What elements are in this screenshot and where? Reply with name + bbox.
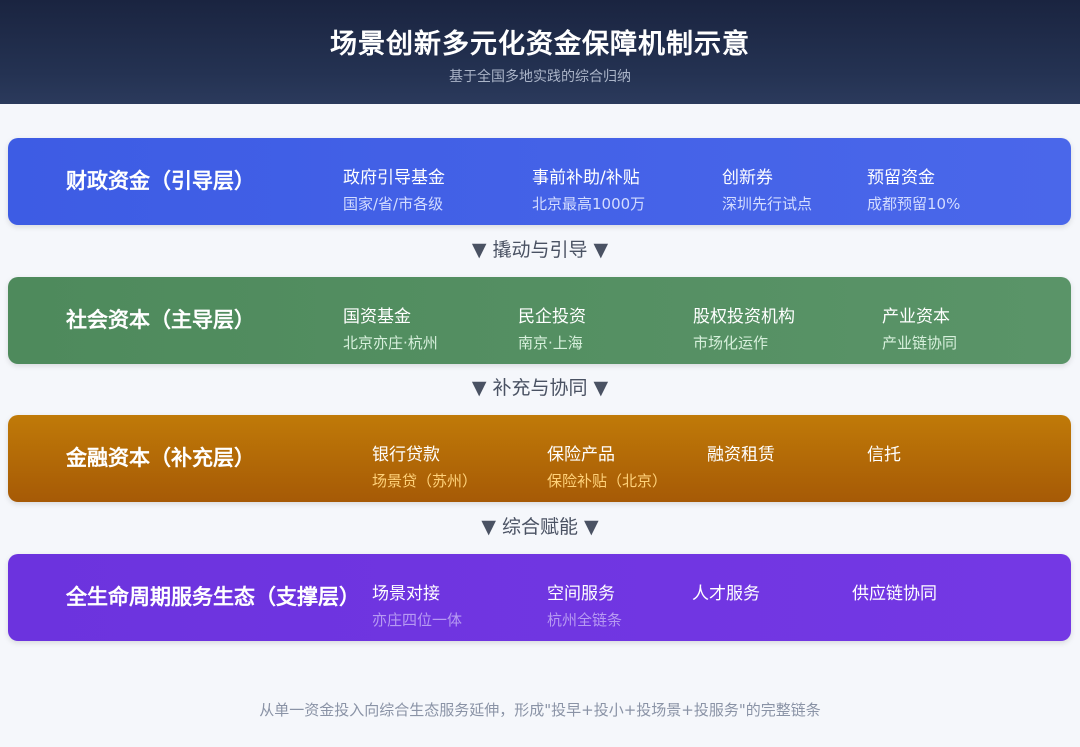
layer-item: 创新券 深圳先行试点 [722,167,812,214]
item-name: 股权投资机构 [693,307,795,327]
item-name: 国资基金 [343,307,411,327]
page-title: 场景创新多元化资金保障机制示意 [330,29,750,60]
item-name: 事前补助/补贴 [532,168,640,188]
item-name: 保险产品 [547,445,615,465]
item-detail: 亦庄四位一体 [372,611,463,629]
footer-note: 从单一资金投入向综合生态服务延伸，形成"投早+投小+投场景+投服务"的完整链条 [259,701,821,719]
item-detail: 成都预留10% [867,195,961,213]
layer-item: 融资租赁 [707,444,775,466]
layer-item: 保险产品 保险补贴（北京） [547,444,667,491]
item-name: 预留资金 [867,168,935,188]
item-detail: 场景贷（苏州） [372,472,478,490]
layer-item: 场景对接 亦庄四位一体 [372,583,462,630]
connector-label: ▼ 补充与协同 ▼ [471,377,609,399]
item-name: 产业资本 [882,307,950,327]
item-detail: 南京·上海 [518,334,583,352]
layer-title: 财政资金（引导层） [66,169,255,193]
item-name: 信托 [867,445,901,465]
connector-label: ▼ 撬动与引导 ▼ [471,239,609,261]
item-detail: 北京最高1000万 [532,195,646,213]
item-detail: 产业链协同 [882,334,958,352]
item-name: 融资租赁 [707,445,775,465]
header-banner: 场景创新多元化资金保障机制示意 基于全国多地实践的综合归纳 [0,0,1080,104]
item-detail: 深圳先行试点 [722,195,813,213]
layer-item: 空间服务 杭州全链条 [547,583,622,630]
layer-service: 全生命周期服务生态（支撑层） 场景对接 亦庄四位一体 空间服务 杭州全链条 人才… [8,554,1071,641]
layer-finance: 金融资本（补充层） 银行贷款 场景贷（苏州） 保险产品 保险补贴（北京） 融资租… [8,415,1071,502]
layer-item: 民企投资 南京·上海 [518,306,586,353]
layer-title: 全生命周期服务生态（支撑层） [66,585,360,609]
item-detail: 北京亦庄·杭州 [343,334,438,352]
layer-item: 银行贷款 场景贷（苏州） [372,444,477,491]
item-name: 民企投资 [518,307,586,327]
item-detail: 保险补贴（北京） [547,472,668,490]
layer-item: 股权投资机构 市场化运作 [693,306,795,353]
item-name: 银行贷款 [372,445,440,465]
item-name: 供应链协同 [852,584,937,604]
item-name: 创新券 [722,168,773,188]
item-name: 人才服务 [692,584,760,604]
page-subtitle: 基于全国多地实践的综合归纳 [449,69,631,85]
layer-item: 政府引导基金 国家/省/市各级 [343,167,445,214]
layer-social: 社会资本（主导层） 国资基金 北京亦庄·杭州 民企投资 南京·上海 股权投资机构… [8,277,1071,364]
layer-item: 人才服务 [692,583,760,605]
layer-item: 事前补助/补贴 北京最高1000万 [532,167,645,214]
item-name: 政府引导基金 [343,168,445,188]
layer-title: 金融资本（补充层） [66,446,255,470]
connector-label: ▼ 综合赋能 ▼ [481,516,599,538]
layer-fiscal: 财政资金（引导层） 政府引导基金 国家/省/市各级 事前补助/补贴 北京最高10… [8,138,1071,225]
item-detail: 市场化运作 [693,334,769,352]
layer-item: 预留资金 成都预留10% [867,167,960,214]
layer-item: 产业资本 产业链协同 [882,306,957,353]
item-name: 场景对接 [372,584,440,604]
layer-item: 信托 [867,444,901,466]
layer-title: 社会资本（主导层） [66,308,255,332]
item-name: 空间服务 [547,584,615,604]
item-detail: 杭州全链条 [547,611,623,629]
layer-item: 国资基金 北京亦庄·杭州 [343,306,438,353]
item-detail: 国家/省/市各级 [343,195,444,213]
layer-item: 供应链协同 [852,583,937,605]
